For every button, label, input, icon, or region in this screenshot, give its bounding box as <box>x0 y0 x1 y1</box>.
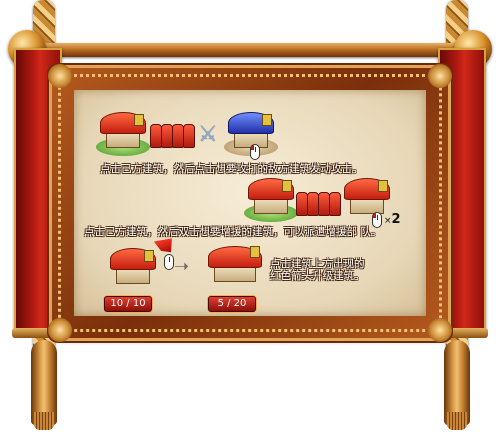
frame-corner-br <box>428 318 452 342</box>
attack-instruction-text: 点击己方建筑，然后点击想要攻打的敌方建筑发动攻击。 <box>100 163 363 175</box>
crossed-swords-icon: ⚔ <box>198 122 218 147</box>
mouse-click-icon <box>164 254 174 270</box>
frame-corner-tr <box>428 64 452 88</box>
building-level-after: 5 / 20 <box>208 296 256 312</box>
left-tassel <box>31 340 57 430</box>
own-building-icon <box>244 178 298 222</box>
right-arrow-icon: ➝ <box>174 256 190 277</box>
mouse-click-icon <box>250 144 260 160</box>
soldier-troops-icon <box>150 124 195 148</box>
double-click-count: ×2 <box>384 212 401 227</box>
multiplier-count: 2 <box>391 212 401 227</box>
upgrade-instruction-text: 点击建筑上方出现的红色箭头升级建筑。 <box>270 258 365 282</box>
own-building-icon <box>96 112 150 156</box>
own-building-icon <box>106 248 160 292</box>
frame-corner-bl <box>48 318 72 342</box>
right-tassel <box>444 340 470 430</box>
upgraded-building-icon <box>204 244 266 290</box>
soldier-troops-icon <box>296 192 341 216</box>
reinforce-instruction-text: 点击己方建筑，然后双击想要增援的建筑，可以派遣增援部 队。 <box>84 226 382 238</box>
frame-corner-tl <box>48 64 72 88</box>
top-rod <box>18 43 482 57</box>
multiplier-symbol: × <box>384 216 392 226</box>
building-level-before: 10 / 10 <box>104 296 152 312</box>
